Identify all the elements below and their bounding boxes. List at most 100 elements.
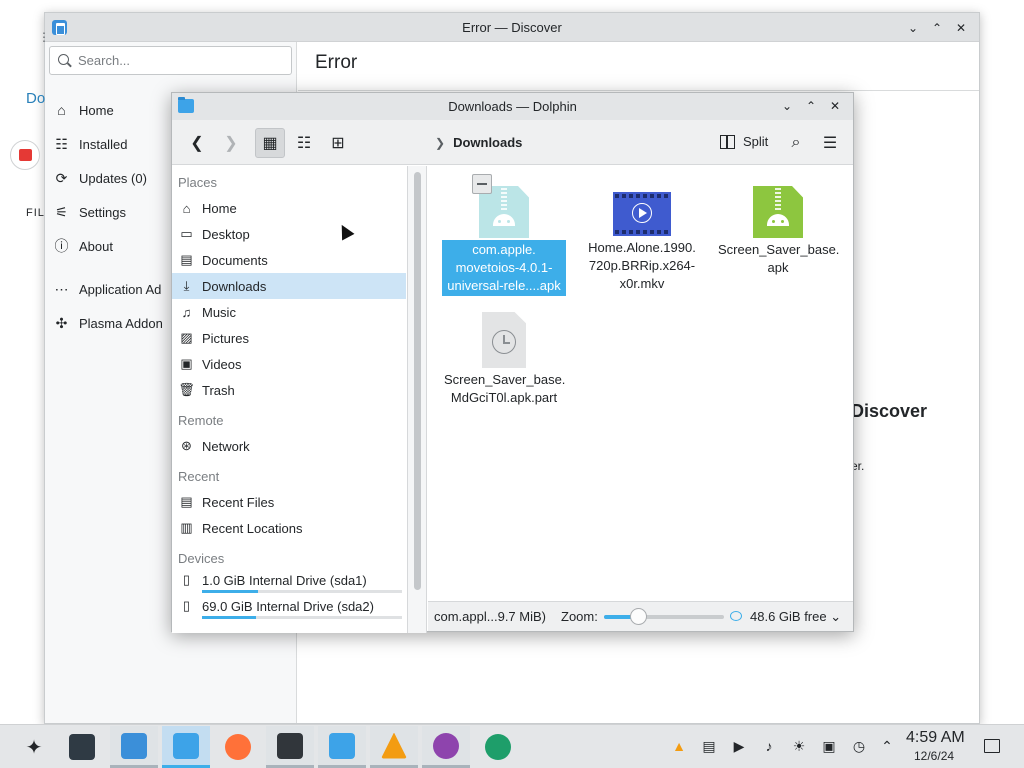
save-icon[interactable]: ▣ — [820, 737, 838, 755]
recent-section-header: Recent — [178, 469, 220, 484]
discover-nav-installed[interactable]: ☷ Installed — [53, 132, 127, 156]
maximize-button[interactable]: ⌃ — [927, 18, 947, 38]
selection-toggle-button[interactable] — [472, 174, 492, 194]
file-item[interactable]: Screen_Saver_base. apk — [716, 186, 840, 278]
nav-label: About — [79, 238, 113, 254]
apk-file-icon — [753, 186, 803, 238]
file-name: Screen_Saver_base. apk — [718, 242, 840, 275]
search-icon — [58, 54, 69, 65]
zoom-slider-handle[interactable] — [629, 608, 647, 625]
expand-tray-icon[interactable]: ⌃ — [878, 737, 896, 755]
application-launcher-button[interactable]: ✦ — [10, 726, 58, 768]
places-scrollbar-thumb[interactable] — [414, 172, 421, 590]
task-konsole[interactable] — [266, 726, 314, 768]
close-button[interactable]: ✕ — [825, 96, 845, 116]
discover-titlebar[interactable]: Error — Discover ⌄ ⌃ ✕ — [45, 13, 979, 42]
application-launcher-icon: ✦ — [25, 736, 43, 759]
compact-view-button[interactable]: ☷ — [289, 128, 319, 158]
discover-nav-updates[interactable]: ⟳ Updates (0) — [53, 166, 147, 190]
updates-tray-icon[interactable]: ◷ — [850, 737, 868, 755]
device-item-sda1[interactable]: ▯ 1.0 GiB Internal Drive (sda1) — [172, 569, 406, 591]
close-button[interactable]: ✕ — [951, 18, 971, 38]
discover-search-field[interactable] — [49, 46, 292, 75]
about-icon: ⓘ — [54, 238, 69, 254]
places-scrollbar[interactable] — [408, 166, 427, 633]
discover-search-input[interactable] — [78, 53, 278, 68]
breadcrumb-current[interactable]: Downloads — [453, 135, 522, 150]
icons-view-button[interactable]: ▦ — [255, 128, 285, 158]
application-addons-icon: ⋯ — [54, 280, 69, 297]
split-button[interactable]: Split — [720, 134, 768, 149]
forward-button[interactable]: ❯ — [216, 128, 246, 158]
file-manager-icon — [329, 732, 355, 759]
minimize-button[interactable]: ⌄ — [777, 96, 797, 116]
media-play-icon[interactable]: ▶ — [730, 737, 748, 755]
task-system-settings[interactable] — [58, 726, 106, 768]
places-item-music[interactable]: ♫ Music — [172, 299, 406, 325]
task-dolphin[interactable] — [162, 726, 210, 768]
download-icon: ⤓ — [183, 278, 190, 293]
device-item-sda2[interactable]: ▯ 69.0 GiB Internal Drive (sda2) — [172, 595, 406, 617]
places-item-network[interactable]: ⊛ Network — [172, 433, 406, 459]
search-button[interactable]: ⌕ — [781, 128, 811, 158]
clipboard-icon[interactable]: ▤ — [700, 737, 718, 755]
icons-view-icon: ▦ — [262, 135, 278, 152]
places-item-recent-locations[interactable]: ▥ Recent Locations — [172, 515, 406, 541]
free-space-button[interactable]: 48.6 GiB free ⌄ — [750, 609, 841, 625]
maximize-button[interactable]: ⌃ — [801, 96, 821, 116]
nav-label: Settings — [79, 204, 126, 220]
back-button[interactable]: ❮ — [182, 128, 212, 158]
places-item-desktop[interactable]: ▭ Desktop — [172, 221, 406, 247]
discover-nav-about[interactable]: ⓘ About — [53, 234, 113, 258]
split-view-icon — [720, 134, 735, 149]
place-label: Network — [202, 438, 250, 454]
minimize-button[interactable]: ⌄ — [903, 18, 923, 38]
task-app[interactable] — [474, 726, 522, 768]
compact-view-icon: ☷ — [296, 135, 312, 152]
partial-window-text: Do — [26, 90, 46, 107]
clock-time[interactable]: 4:59 AM — [906, 729, 965, 747]
network-icon: ⊛ — [181, 438, 192, 453]
places-item-documents[interactable]: ▤ Documents — [172, 247, 406, 273]
discover-icon — [121, 732, 147, 759]
places-item-downloads[interactable]: ⤓ Downloads — [172, 273, 406, 299]
place-label: Documents — [202, 252, 268, 268]
places-item-videos[interactable]: ▣ Videos — [172, 351, 406, 377]
dolphin-icon — [173, 732, 199, 759]
vlc-tray-icon[interactable]: ▲ — [670, 737, 688, 755]
dolphin-titlebar[interactable]: Downloads — Dolphin ⌄ ⌃ ✕ — [172, 93, 853, 120]
discover-nav-application-addons[interactable]: ⋯ Application Ad — [53, 277, 162, 301]
places-item-home[interactable]: ⌂ Home — [172, 195, 406, 221]
task-discover[interactable] — [110, 726, 158, 768]
clock-date[interactable]: 12/6/24 — [914, 749, 954, 763]
home-icon: ⌂ — [57, 102, 66, 118]
places-item-trash[interactable]: 🗑 Trash — [172, 377, 406, 403]
volume-muted-icon[interactable]: ♪ — [760, 737, 778, 755]
page-title: Error — [315, 52, 358, 73]
task-firefox[interactable] — [214, 726, 262, 768]
discover-nav-plasma-addons[interactable]: ✣ Plasma Addon — [53, 311, 163, 335]
task-vlc[interactable] — [370, 726, 418, 768]
videos-icon: ▣ — [180, 356, 193, 371]
brightness-icon[interactable]: ☀ — [790, 737, 808, 755]
breadcrumb[interactable]: ❯ Downloads — [435, 135, 522, 150]
dolphin-toolbar: ❮ ❯ ▦ ☷ ⊞ ❯ Downloads Split ⌕ ☰ — [172, 120, 853, 165]
task-media-player[interactable] — [422, 726, 470, 768]
nav-label: Home — [79, 102, 114, 118]
zoom-slider[interactable] — [604, 608, 724, 625]
partial-app-card-icon — [10, 140, 40, 170]
file-view[interactable]: com.apple. movetoios-4.0.1- universal-re… — [428, 166, 853, 603]
show-desktop-button[interactable] — [984, 739, 1000, 753]
file-item[interactable]: Screen_Saver_base. MdGciT0l.apk.part — [442, 312, 566, 408]
hamburger-menu-button[interactable]: ☰ — [815, 128, 845, 158]
discover-nav-settings[interactable]: ⚟ Settings — [53, 200, 126, 224]
details-view-button[interactable]: ⊞ — [323, 128, 353, 158]
file-item[interactable]: com.apple. movetoios-4.0.1- universal-re… — [442, 174, 566, 296]
places-item-recent-files[interactable]: ▤ Recent Files — [172, 489, 406, 515]
places-item-pictures[interactable]: ▨ Pictures — [172, 325, 406, 351]
file-item[interactable]: Home.Alone.1990. 720p.BRRip.x264- x0r.mk… — [580, 192, 704, 294]
task-file-manager[interactable] — [318, 726, 366, 768]
nav-label: Updates (0) — [79, 170, 147, 186]
partial-filter-text: FIL — [26, 207, 45, 219]
discover-nav-home[interactable]: ⌂ Home — [53, 98, 114, 122]
